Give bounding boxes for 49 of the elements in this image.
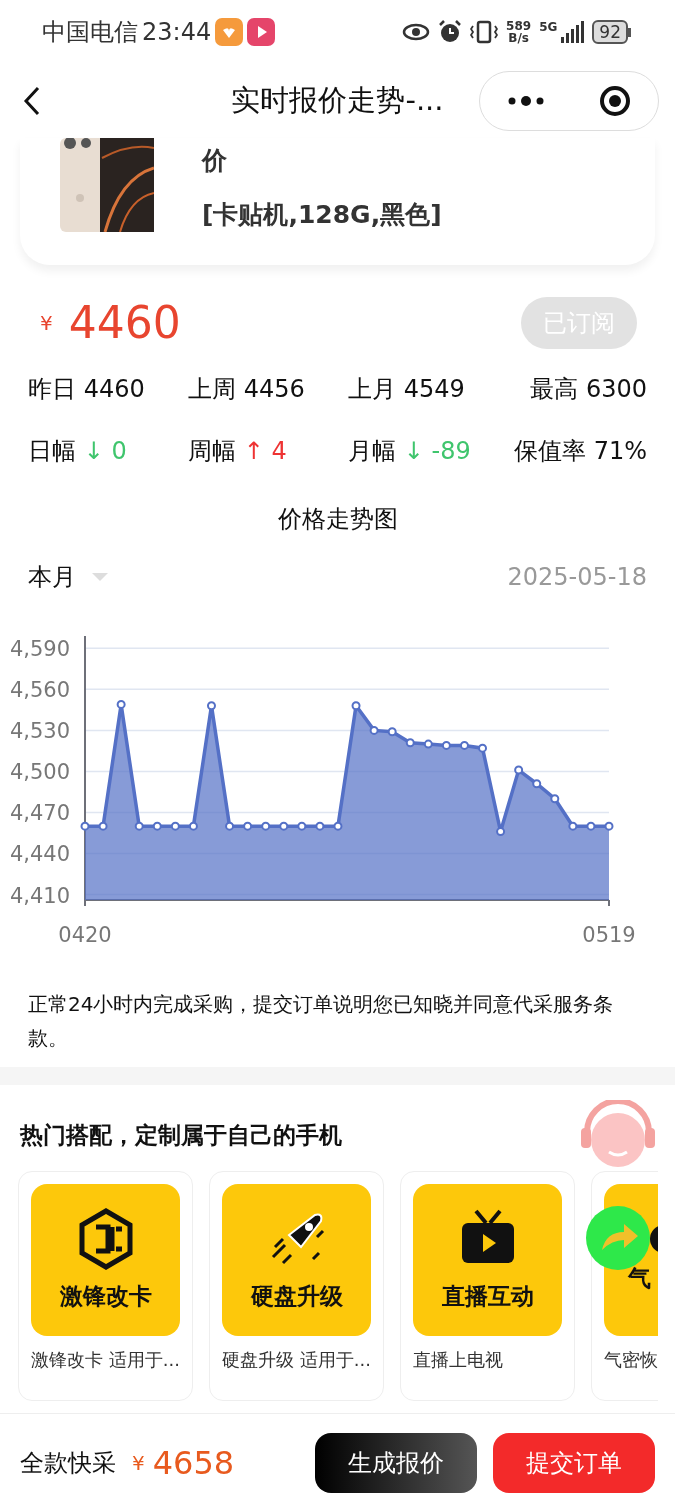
- addon-card[interactable]: 直播互动 直播上电视: [400, 1171, 575, 1401]
- addon-name: 硬盘升级: [250, 1281, 343, 1311]
- addon-card[interactable]: 硬盘升级 硬盘升级 适用于...: [209, 1171, 384, 1401]
- stat-item: 昨日 4460: [28, 375, 145, 403]
- submit-order-button[interactable]: 提交订单: [493, 1432, 655, 1493]
- speed-unit: B/s: [508, 32, 529, 44]
- current-price: 4460: [68, 301, 181, 345]
- product-title: 价: [202, 145, 228, 177]
- clock-time: 23:44: [142, 17, 212, 48]
- addon-name: 激锋改卡: [59, 1281, 152, 1311]
- period-dropdown[interactable]: 本月: [28, 559, 108, 595]
- addon-card[interactable]: 激锋改卡 激锋改卡 适用于...: [18, 1171, 193, 1401]
- addon-desc: 激锋改卡 适用于...: [31, 1348, 180, 1372]
- axis-label: 4,530: [9, 719, 70, 744]
- stat-item: 日幅 ↓ 0: [28, 437, 127, 465]
- axis-label: 4,470: [9, 801, 70, 826]
- axis-label: 0420: [58, 923, 112, 947]
- section-title: 热门搭配，定制属于自己的手机: [20, 1120, 342, 1150]
- addon-desc: 气密恢: [604, 1348, 658, 1372]
- stat-item: 上周 4456: [188, 375, 305, 403]
- stat-item: 上月 4549: [348, 375, 465, 403]
- stat-item: 最高 6300: [530, 375, 647, 403]
- addon-desc: 直播上电视: [413, 1348, 504, 1372]
- product-spec: [卡贴机,128G,黑色]: [202, 198, 442, 231]
- addon-name: 气: [628, 1263, 651, 1293]
- total-price: 4658: [152, 1442, 235, 1484]
- carrier-name: 中国电信: [42, 17, 138, 48]
- network-type: 5G: [539, 21, 558, 33]
- stat-item: 月幅 ↓ -89: [348, 437, 471, 465]
- network-speed: 589: [506, 20, 532, 32]
- stat-item: 周幅 ↑ 4: [188, 437, 287, 465]
- axis-label: 4,560: [9, 678, 70, 703]
- axis-label: 4,590: [9, 637, 70, 662]
- quote-button[interactable]: 生成报价: [315, 1432, 477, 1493]
- chart-title: 价格走势图: [276, 504, 399, 535]
- addon-name: 直播互动: [441, 1281, 534, 1311]
- price-label: 全款快采: [20, 1447, 116, 1479]
- currency-symbol: ¥: [132, 1449, 145, 1477]
- axis-label: 4,500: [9, 760, 70, 785]
- battery-level: 92: [592, 20, 628, 44]
- currency-symbol: ¥: [40, 310, 53, 337]
- axis-label: 4,410: [9, 883, 70, 908]
- chart-date: 2025-05-18: [507, 562, 647, 593]
- axis-label: 0519: [582, 923, 636, 947]
- axis-label: 4,440: [9, 842, 70, 867]
- addon-desc: 硬盘升级 适用于...: [222, 1348, 371, 1372]
- page-title: 实时报价走势-...: [230, 82, 445, 120]
- stat-item: 保值率 71%: [514, 437, 647, 465]
- notice-text: 正常24小时内完成采购，提交订单说明您已知晓并同意代采服务条款。: [28, 991, 615, 1052]
